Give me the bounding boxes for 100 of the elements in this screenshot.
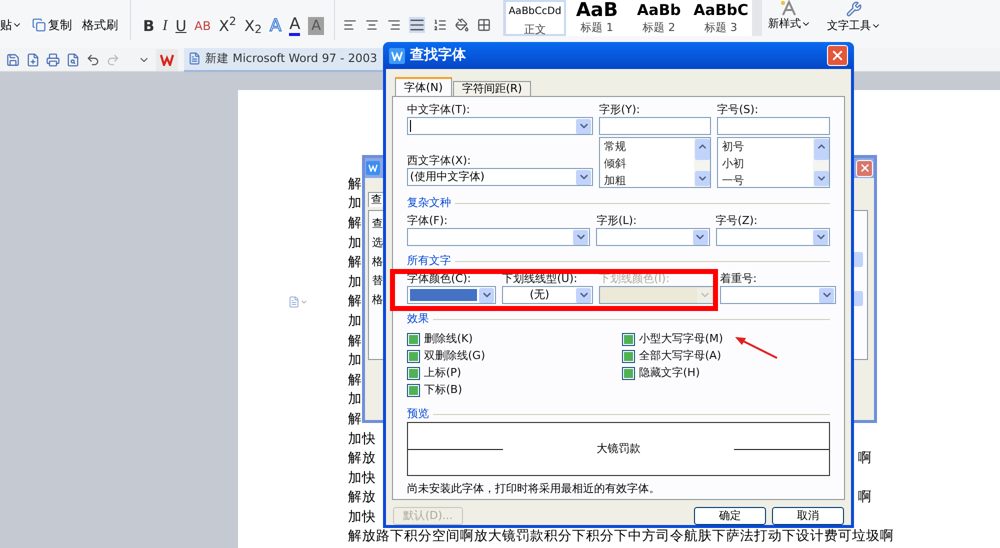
dialog-tab[interactable]: 字符间距(R)	[452, 81, 532, 96]
annotation-arrow	[733, 334, 779, 360]
align-right-icon[interactable]	[386, 18, 401, 32]
list-option[interactable]: 小初	[722, 155, 813, 172]
style-field[interactable]	[599, 117, 712, 135]
checkbox[interactable]	[407, 333, 420, 346]
print-preview-icon[interactable]	[66, 52, 80, 66]
app-logo-icon[interactable]	[156, 48, 178, 70]
document-line: 加	[348, 272, 362, 291]
style-preset[interactable]: AaBb 标题 2	[628, 0, 690, 36]
document-line: 解放	[348, 449, 376, 468]
list-box[interactable]: 初号 小初 一号	[717, 137, 830, 188]
new-file-icon[interactable]	[26, 52, 40, 66]
complex-font-combo[interactable]	[596, 228, 710, 246]
document-line: 加	[348, 390, 362, 408]
format-button[interactable]: A	[289, 15, 300, 36]
complex-font-combo[interactable]	[716, 228, 830, 246]
format-button[interactable]: B	[143, 16, 154, 34]
close-button[interactable]	[856, 160, 873, 176]
format-painter-button[interactable]: 格式刷	[82, 16, 118, 34]
document-line: 解放	[348, 488, 376, 506]
style-preset[interactable]: AaB 标题 1	[566, 0, 628, 36]
caret-icon[interactable]	[300, 298, 308, 306]
checkbox-label: 双删除线(G)	[424, 348, 486, 364]
copy-icon	[32, 18, 46, 32]
chinese-font-combo[interactable]	[407, 117, 593, 135]
format-button[interactable]: X$_{2}$	[244, 16, 262, 34]
scroll-down-icon[interactable]	[694, 171, 710, 186]
checkbox[interactable]	[407, 350, 420, 363]
scrollbar[interactable]	[813, 138, 829, 187]
style-preset[interactable]: AaBbCcDd 正文	[504, 0, 566, 36]
checkbox-label: 上标(P)	[424, 365, 462, 382]
group-title: 效果	[407, 312, 429, 326]
list-box[interactable]: 常规 倾斜 加粗	[599, 137, 712, 188]
ok-button[interactable]: 确定	[694, 507, 766, 525]
list-option[interactable]: 一号	[722, 172, 813, 189]
save-icon[interactable]	[6, 52, 20, 66]
field-label: 格	[372, 255, 383, 269]
document-line: 加	[348, 194, 362, 212]
shading-icon[interactable]	[454, 18, 469, 32]
close-icon	[858, 162, 870, 174]
field-label: 字号(Z):	[716, 214, 758, 228]
document-line: 加	[348, 312, 362, 330]
format-button[interactable]: I	[162, 16, 168, 34]
format-button[interactable]: AB	[194, 16, 211, 34]
field-label: 字体(F):	[407, 214, 449, 228]
group-title: 预览	[407, 407, 429, 421]
checkbox-label: 全部大写字母(A)	[639, 348, 722, 364]
scrollbar[interactable]	[694, 138, 710, 187]
list-option[interactable]: 常规	[604, 138, 694, 155]
new-style-button[interactable]: 新样式	[768, 16, 811, 32]
paste-button[interactable]: 贴	[0, 16, 22, 34]
checkbox[interactable]	[407, 384, 420, 397]
checkbox-label: 隐藏文字(H)	[639, 365, 700, 382]
underline-style-combo[interactable]: (无)	[502, 286, 593, 304]
format-button[interactable]: U	[175, 16, 186, 34]
western-font-combo[interactable]: (使用中文字体)	[407, 168, 593, 186]
checkbox[interactable]	[407, 367, 420, 380]
emphasis-combo[interactable]	[720, 286, 836, 304]
document-line: 加快	[348, 468, 376, 487]
scroll-down-icon[interactable]	[814, 171, 828, 186]
justify-icon[interactable]	[408, 17, 425, 33]
complex-font-combo[interactable]	[407, 228, 590, 246]
list-option[interactable]: 加粗	[604, 172, 694, 189]
field-label: 格	[372, 293, 383, 307]
new-style-icon[interactable]	[780, 0, 798, 16]
field-label: 着重号:	[720, 272, 758, 286]
group-title: 所有文字	[407, 254, 451, 268]
group-title: 复杂文种	[407, 196, 451, 210]
list-option[interactable]: 初号	[722, 138, 813, 155]
text-tools-button[interactable]: 文字工具	[826, 18, 881, 34]
borders-icon[interactable]	[476, 18, 491, 32]
checkbox[interactable]	[622, 367, 635, 380]
list-option[interactable]: 倾斜	[604, 155, 694, 172]
format-button[interactable]: X$^{2}$	[218, 16, 236, 34]
cancel-button[interactable]: 取消	[772, 507, 844, 525]
checkbox[interactable]	[622, 333, 635, 346]
field-label: 西文字体(X):	[407, 154, 472, 168]
document-line: 解	[348, 214, 362, 232]
align-center-icon[interactable]	[364, 18, 379, 32]
window-title: 查找字体	[410, 46, 466, 65]
size-field[interactable]	[717, 117, 830, 135]
document-line: 解	[348, 370, 362, 389]
style-preset[interactable]: AaBbC 标题 3	[690, 0, 752, 36]
print-icon[interactable]	[46, 52, 60, 66]
font-color-combo[interactable]	[407, 286, 496, 304]
copy-button[interactable]: 复制	[32, 16, 72, 34]
app-logo-icon	[366, 161, 380, 175]
document-line: 解	[348, 253, 362, 272]
document-line: 啊	[858, 488, 872, 506]
align-left-icon[interactable]	[342, 18, 357, 32]
preview-sample: 大镜罚款	[596, 440, 642, 457]
document-icon	[188, 52, 201, 65]
dialog-tab[interactable]: 字体(N)	[395, 77, 452, 96]
wrench-icon[interactable]	[846, 1, 862, 17]
checkbox[interactable]	[622, 350, 635, 363]
close-button[interactable]	[827, 45, 848, 66]
document-line: 解放路下积分空间啊放大镜罚款积分下积分下中方司令航肤下萨法打动下设计费可垃圾啊	[348, 527, 894, 546]
undo-icon[interactable]	[86, 52, 100, 66]
field-label: 字号(S):	[717, 103, 760, 117]
